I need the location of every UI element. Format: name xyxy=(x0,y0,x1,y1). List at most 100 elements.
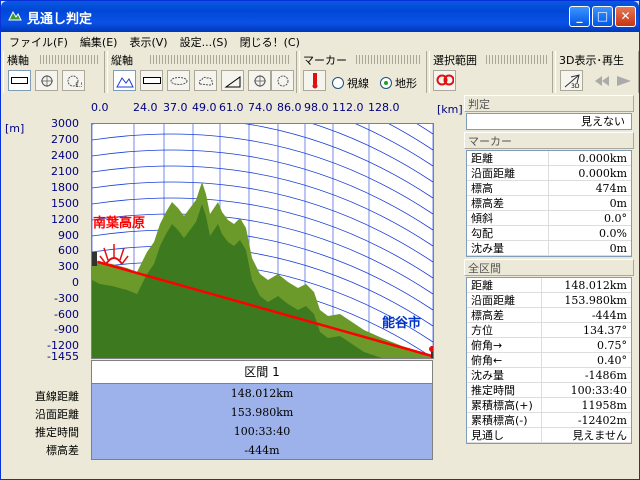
window-title: 見通し判定 xyxy=(27,12,93,27)
vertical-scale-button[interactable] xyxy=(271,70,294,91)
label-surface-distance: 沿面距離 xyxy=(35,408,79,421)
segment-header[interactable]: 区間 1 xyxy=(91,360,433,384)
toolbar-grip[interactable] xyxy=(150,55,290,64)
panel-edge xyxy=(635,95,639,461)
toolbar-marker: マーカー 視線 地形 xyxy=(299,51,427,93)
y-tick: 1200 xyxy=(51,213,79,226)
vertical-ellipse-button[interactable] xyxy=(167,70,190,91)
x-tick: 112.0 xyxy=(332,101,364,114)
ruler-icon xyxy=(11,77,28,84)
marker-button[interactable] xyxy=(303,70,326,91)
menu-view[interactable]: 表示(V) xyxy=(123,32,173,50)
maximize-button[interactable]: □ xyxy=(592,6,613,27)
toolbar-label-vertical: 縦軸 xyxy=(111,54,133,67)
total-key: 推定時間 xyxy=(467,383,543,397)
total-value: 153.980km xyxy=(564,294,627,307)
start-location-label: 南葉高原 xyxy=(93,215,145,231)
total-key: 俯角→ xyxy=(467,338,543,352)
slope-icon xyxy=(223,75,240,87)
y-tick: -1455 xyxy=(47,350,79,363)
segment-estimated-time: 100:33:40 xyxy=(233,425,291,438)
y-tick: 3000 xyxy=(51,117,79,130)
y-tick: 2700 xyxy=(51,133,79,146)
toolbar-grip[interactable] xyxy=(356,55,422,64)
terrain-profile-button[interactable] xyxy=(113,70,136,91)
marker-value: 0.0° xyxy=(604,212,627,225)
menu-file[interactable]: ファイル(F) xyxy=(3,32,74,50)
end-location-label: 能谷市 xyxy=(382,315,421,331)
marker-value: 474m xyxy=(595,182,627,195)
toolbar-grip[interactable] xyxy=(486,55,548,64)
marker-value: 0.000km xyxy=(578,152,627,165)
radio-terrain[interactable]: 地形 xyxy=(380,75,417,91)
minimize-button[interactable]: _ xyxy=(569,6,590,27)
x-tick: 74.0 xyxy=(248,101,273,114)
marker-value: 0m xyxy=(609,242,627,255)
y-tick: 300 xyxy=(58,260,79,273)
toolbar-label-selection: 選択範囲 xyxy=(433,54,477,67)
total-key: 沈み量 xyxy=(467,368,543,382)
menu-close[interactable]: 閉じる！(C) xyxy=(234,32,306,50)
selection-search-button[interactable] xyxy=(433,70,456,91)
menu-edit[interactable]: 編集(E) xyxy=(74,32,124,50)
total-value: 134.37° xyxy=(582,324,627,337)
cloud-icon xyxy=(198,76,213,86)
toolbar-grip[interactable] xyxy=(40,55,100,64)
toolbar-selection: 選択範囲 xyxy=(429,51,553,93)
horizontal-axis-zoom-button[interactable] xyxy=(35,70,58,91)
y-tick: -300 xyxy=(54,292,79,305)
profile-svg[interactable]: 南葉高原 能谷市 xyxy=(91,21,435,439)
total-value: 見えません xyxy=(572,429,627,442)
svg-text:3D: 3D xyxy=(571,83,580,89)
radio-visibility[interactable]: 視線 xyxy=(332,75,369,91)
marker-key: 距離 xyxy=(467,151,549,165)
slope-button[interactable] xyxy=(221,70,244,91)
horizontal-axis-scale-button[interactable]: 1.5 xyxy=(62,70,85,91)
x-tick: 98.0 xyxy=(304,101,329,114)
view-3d-button[interactable]: 3D xyxy=(560,70,583,91)
toolbar-label-3d: 3D表示･再生 xyxy=(559,54,624,67)
rewind-button[interactable] xyxy=(590,70,613,91)
marker-key: 傾斜 xyxy=(467,211,549,225)
x-tick: 128.0 xyxy=(368,101,400,114)
x-tick: 24.0 xyxy=(133,101,158,114)
marker-value: 0m xyxy=(609,197,627,210)
menu-bar: ファイル(F) 編集(E) 表示(V) 設定...(S) 閉じる！(C) xyxy=(3,32,639,50)
total-section-title: 全区間 xyxy=(464,259,634,276)
toolbar-label-horizontal: 横軸 xyxy=(7,54,29,67)
total-value: 0.40° xyxy=(596,354,627,367)
ruler-icon xyxy=(142,77,161,84)
label-straight-distance: 直線距離 xyxy=(35,390,79,403)
toolbar-label-marker: マーカー xyxy=(303,54,347,67)
radio-terrain-label: 地形 xyxy=(395,77,417,90)
total-key: 距離 xyxy=(467,278,543,292)
info-panel: 判定 見えない マーカー 距離 0.000km 沿面距離 0.000km 標高 474… xyxy=(464,95,634,445)
y-tick: 1800 xyxy=(51,181,79,194)
terrain-profile-plot[interactable]: 南葉高原 能谷市 xyxy=(91,21,435,439)
marker-key: 沿面距離 xyxy=(467,166,549,180)
total-key: 見通し xyxy=(467,428,543,442)
vertical-cloud-button[interactable] xyxy=(194,70,217,91)
total-value: -444m xyxy=(591,309,627,322)
y-tick: -600 xyxy=(54,308,79,321)
zoom-icon xyxy=(40,74,53,87)
vertical-zoom-button[interactable] xyxy=(248,70,271,91)
marker-key: 標高差 xyxy=(467,196,549,210)
y-tick: -900 xyxy=(54,323,79,336)
radio-terrain-dot[interactable] xyxy=(380,77,392,89)
menu-settings[interactable]: 設定...(S) xyxy=(174,32,234,50)
total-key: 累積標高(-) xyxy=(467,413,543,427)
toolbar-3d: 3D表示･再生 3D xyxy=(555,51,639,93)
toolbar-vertical-axis: 縦軸 xyxy=(107,51,297,93)
play-button[interactable] xyxy=(612,70,635,91)
vertical-flat-button[interactable] xyxy=(140,70,163,91)
x-tick: 86.0 xyxy=(277,101,302,114)
marker-key: 勾配 xyxy=(467,226,549,240)
label-estimated-time: 推定時間 xyxy=(35,426,79,439)
marker-value: 0.000km xyxy=(578,167,627,180)
mountain-icon xyxy=(115,76,134,87)
close-button[interactable]: ✕ xyxy=(615,6,636,27)
radio-visibility-label: 視線 xyxy=(347,77,369,90)
horizontal-axis-full-button[interactable] xyxy=(8,70,31,91)
radio-visibility-dot[interactable] xyxy=(332,77,344,89)
